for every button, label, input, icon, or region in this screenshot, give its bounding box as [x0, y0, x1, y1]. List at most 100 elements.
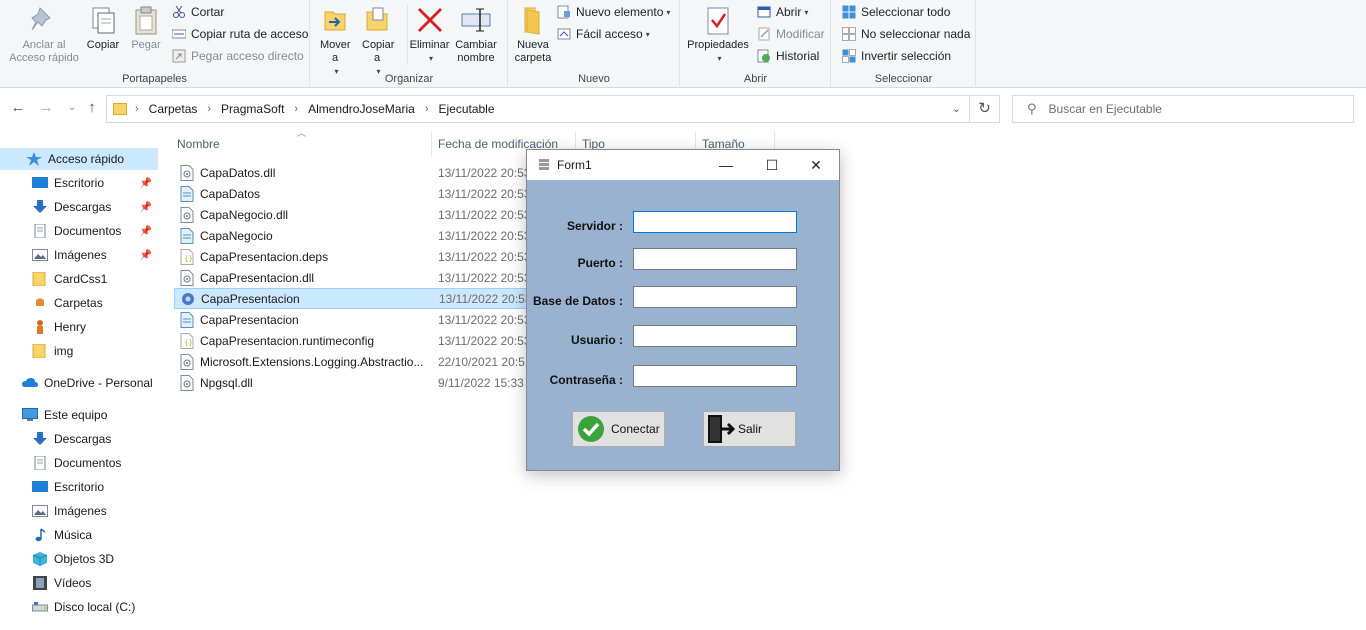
- sidebar-item-este-equipo[interactable]: Este equipo: [0, 404, 158, 426]
- sidebar-item-henry[interactable]: Henry: [0, 316, 158, 338]
- servidor-input[interactable]: [633, 211, 797, 233]
- pin-quick-access-button[interactable]: Anclar al Acceso rápido: [6, 4, 82, 65]
- sidebar-item-documentos[interactable]: Documentos 📌: [0, 220, 158, 242]
- cloud-icon: [22, 376, 38, 390]
- salir-button[interactable]: Salir: [703, 411, 796, 447]
- move-to-button[interactable]: Mover a ▾: [315, 4, 355, 78]
- sidebar-item-acceso-rapido[interactable]: Acceso rápido: [0, 148, 158, 170]
- breadcrumb-almendrojosemaria[interactable]: AlmendroJoseMaria: [308, 102, 415, 116]
- group-label-abrir: Abrir: [743, 73, 768, 85]
- group-organizar: Mover a ▾ Copiar a ▾ Eliminar ▾ Cambiar …: [311, 0, 508, 88]
- pdb-icon: [180, 227, 194, 244]
- documents-icon: [32, 455, 48, 471]
- copy-to-button[interactable]: Copiar a ▾: [357, 4, 397, 78]
- sidebar-item-cardcss1[interactable]: CardCss1: [0, 268, 158, 290]
- cut-button[interactable]: Cortar: [172, 2, 224, 22]
- chevron-down-icon[interactable]: ⌄: [952, 102, 961, 115]
- forward-arrow-icon[interactable]: →: [36, 98, 56, 118]
- up-arrow-icon[interactable]: ↑: [82, 98, 102, 118]
- sidebar-item-imagenes[interactable]: Imágenes 📌: [0, 244, 158, 266]
- svg-text:{}: {}: [184, 339, 193, 347]
- desktop-icon: [32, 176, 48, 190]
- recent-dropdown-icon[interactable]: ⌄: [62, 98, 82, 118]
- chevron-down-icon: ▾: [804, 7, 809, 17]
- invert-selection-button[interactable]: Invertir selección: [842, 46, 951, 66]
- dll-icon: [180, 206, 194, 223]
- history-button[interactable]: Historial: [757, 46, 819, 66]
- back-arrow-icon[interactable]: ←: [8, 98, 28, 118]
- breadcrumb-pragmasoft[interactable]: PragmaSoft: [221, 102, 284, 116]
- file-date: 13/11/2022 20:53: [438, 249, 531, 264]
- folder-icon: [32, 320, 48, 334]
- ribbon: Anclar al Acceso rápido Copiar Pegar Cor…: [0, 0, 1366, 88]
- sidebar-item-documentos-pc[interactable]: Documentos: [0, 452, 158, 474]
- close-icon[interactable]: ✕: [793, 150, 839, 180]
- desktop-icon: [32, 480, 48, 494]
- breadcrumb-ejecutable[interactable]: Ejecutable: [438, 102, 494, 116]
- scissors-icon: [172, 5, 186, 19]
- form1-title-bar[interactable]: Form1 — ☐ ✕: [527, 150, 839, 180]
- new-folder-button[interactable]: Nueva carpeta: [511, 4, 555, 65]
- file-date: 13/11/2022 20:53: [438, 186, 531, 201]
- paste-button[interactable]: Pegar: [128, 4, 164, 52]
- contrasena-input[interactable]: [633, 365, 797, 387]
- pin-icon[interactable]: 📌: [140, 202, 152, 213]
- chevron-right-icon: ›: [135, 103, 139, 115]
- properties-button[interactable]: Propiedades ▾: [683, 4, 753, 65]
- paste-shortcut-icon: [172, 49, 186, 63]
- search-box[interactable]: ⚲ Buscar en Ejecutable: [1012, 95, 1354, 123]
- address-bar[interactable]: › Carpetas › PragmaSoft › AlmendroJoseMa…: [106, 95, 970, 123]
- pin-icon[interactable]: 📌: [140, 226, 152, 237]
- copy-button[interactable]: Copiar: [84, 4, 122, 52]
- star-icon: [26, 152, 42, 166]
- sidebar-item-disco-local[interactable]: Disco local (C:): [0, 596, 158, 618]
- delete-button[interactable]: Eliminar ▾: [407, 4, 451, 65]
- minimize-icon[interactable]: —: [703, 150, 749, 180]
- rename-button[interactable]: Cambiar nombre: [453, 4, 499, 65]
- delete-x-icon: [414, 4, 446, 36]
- sidebar-item-onedrive[interactable]: OneDrive - Personal: [0, 372, 158, 394]
- sidebar-item-img[interactable]: img: [0, 340, 158, 362]
- copy-to-icon: [361, 4, 393, 36]
- usuario-input[interactable]: [633, 325, 797, 347]
- puerto-label: Puerto :: [577, 256, 623, 270]
- select-none-button[interactable]: No seleccionar nada: [842, 24, 970, 44]
- easy-access-button[interactable]: Fácil acceso ▾: [557, 24, 650, 44]
- copy-path-button[interactable]: Copiar ruta de acceso: [171, 24, 308, 44]
- sidebar-item-musica[interactable]: Música: [0, 524, 158, 546]
- maximize-icon[interactable]: ☐: [749, 150, 795, 180]
- base-de-datos-input[interactable]: [633, 286, 797, 308]
- usuario-label: Usuario :: [570, 333, 623, 347]
- group-label-seleccionar: Seleccionar: [874, 73, 933, 85]
- select-all-icon: [842, 5, 856, 19]
- select-all-button[interactable]: Seleccionar todo: [842, 2, 950, 22]
- base-de-datos-label: Base de Datos :: [532, 294, 623, 308]
- edit-button[interactable]: Modificar: [757, 24, 825, 44]
- breadcrumb-carpetas[interactable]: Carpetas: [149, 102, 198, 116]
- new-item-button[interactable]: Nuevo elemento ▾: [557, 2, 670, 22]
- move-to-icon: [319, 4, 351, 36]
- pin-icon[interactable]: 📌: [140, 250, 152, 261]
- sidebar-item-descargas[interactable]: Descargas 📌: [0, 196, 158, 218]
- sidebar-item-videos[interactable]: Vídeos: [0, 572, 158, 594]
- group-label-nuevo: Nuevo: [578, 73, 610, 85]
- refresh-icon[interactable]: ↻: [970, 95, 1000, 123]
- paste-shortcut-button[interactable]: Pegar acceso directo: [172, 46, 304, 66]
- conectar-button[interactable]: Conectar: [572, 411, 665, 447]
- chevron-down-icon: ▾: [645, 29, 650, 39]
- pin-icon[interactable]: 📌: [140, 178, 152, 189]
- sidebar-item-escritorio-pc[interactable]: Escritorio: [0, 476, 158, 498]
- pdb-icon: [180, 311, 194, 328]
- column-divider[interactable]: [431, 132, 432, 156]
- puerto-input[interactable]: [633, 248, 797, 270]
- sidebar-item-escritorio[interactable]: Escritorio 📌: [0, 172, 158, 194]
- sidebar-item-descargas-pc[interactable]: Descargas: [0, 428, 158, 450]
- svg-text:{}: {}: [184, 255, 193, 263]
- file-date: 13/11/2022 20:53: [438, 312, 531, 327]
- open-button[interactable]: Abrir ▾: [757, 2, 808, 22]
- sidebar-item-imagenes-pc[interactable]: Imágenes: [0, 500, 158, 522]
- sidebar-item-carpetas[interactable]: Carpetas: [0, 292, 158, 314]
- group-seleccionar: Seleccionar todo No seleccionar nada Inv…: [832, 0, 976, 88]
- sidebar-item-objetos-3d[interactable]: Objetos 3D: [0, 548, 158, 570]
- group-label-portapapeles: Portapapeles: [122, 73, 187, 85]
